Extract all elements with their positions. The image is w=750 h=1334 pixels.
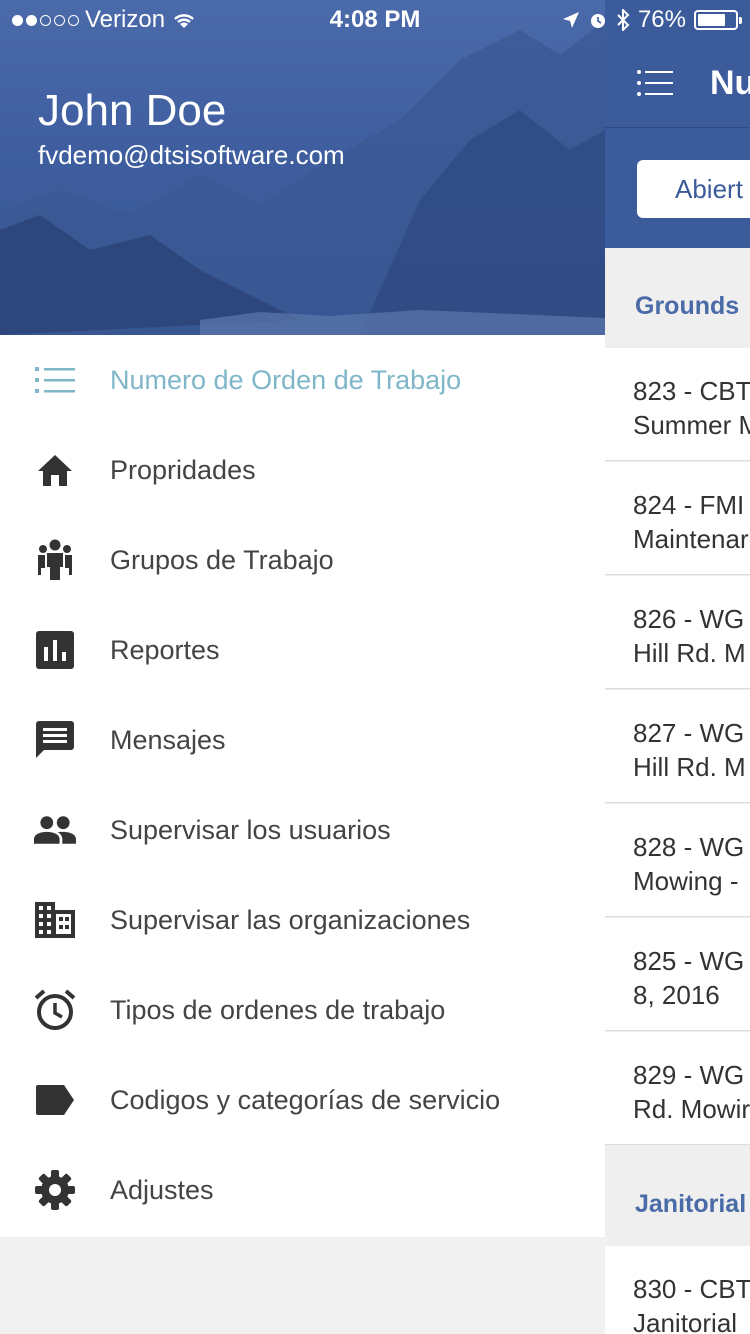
group-icon — [34, 539, 76, 581]
menu-item-reports[interactable]: Reportes — [0, 605, 605, 695]
status-right: 76% — [562, 6, 742, 34]
work-order-title: 823 - CBT — [633, 376, 750, 406]
menu-item-label: Mensajes — [110, 724, 226, 755]
menu-item-label: Codigos y categorías de servicio — [110, 1084, 501, 1115]
menu-item-label: Propridades — [110, 454, 256, 485]
work-order-subtitle: Hill Rd. M — [633, 638, 746, 668]
menu-item-settings[interactable]: Adjustes — [0, 1145, 605, 1235]
section-header: Grounds — [605, 248, 750, 348]
work-orders-screen: Nu Abiert Grounds 823 - CBT Summer M 824… — [605, 0, 750, 1334]
menu-item-supervise-users[interactable]: Supervisar los usuarios — [0, 785, 605, 875]
drawer-header: John Doe fvdemo@dtsisoftware.com — [0, 0, 605, 335]
work-order-subtitle: Maintenar — [633, 524, 749, 554]
work-order-item[interactable]: 830 - CBT Janitorial — [605, 1246, 750, 1334]
drawer-menu: Numero de Orden de Trabajo Propridades G… — [0, 335, 605, 1237]
menu-item-messages[interactable]: Mensajes — [0, 695, 605, 785]
battery-percent: 76% — [637, 6, 686, 33]
menu-item-label: Tipos de ordenes de trabajo — [110, 994, 446, 1025]
menu-item-label: Reportes — [110, 634, 220, 665]
work-order-item[interactable]: 824 - FMI Maintenar — [605, 462, 750, 575]
header-divider — [605, 127, 750, 128]
menu-item-properties[interactable]: Propridades — [0, 425, 605, 515]
work-order-item[interactable]: 825 - WG 8, 2016 — [605, 918, 750, 1031]
work-order-subtitle: Hill Rd. M — [633, 752, 746, 782]
work-order-title: 827 - WG — [633, 718, 745, 748]
work-order-subtitle: Janitorial — [633, 1308, 738, 1334]
navigation-drawer: John Doe fvdemo@dtsisoftware.com Numero … — [0, 0, 605, 1334]
menu-item-work-order-types[interactable]: Tipos de ordenes de trabajo — [0, 965, 605, 1055]
section-title: Janitorial — [635, 1190, 747, 1218]
list-icon — [34, 359, 76, 401]
section-title: Grounds — [635, 292, 740, 320]
page-title: Nu — [710, 64, 750, 102]
gear-icon — [34, 1169, 76, 1211]
menu-item-label: Adjustes — [110, 1174, 214, 1205]
status-filter-button[interactable]: Abiert — [637, 160, 750, 218]
home-icon — [34, 449, 76, 491]
location-arrow-icon — [562, 11, 580, 29]
menu-item-label: Grupos de Trabajo — [110, 544, 334, 575]
work-order-item[interactable]: 826 - WG Hill Rd. M — [605, 576, 750, 689]
work-order-title: 828 - WG — [633, 832, 745, 862]
menu-icon[interactable] — [637, 70, 673, 96]
section-header: Janitorial — [605, 1146, 750, 1246]
message-icon — [34, 719, 76, 761]
menu-item-label: Supervisar las organizaciones — [110, 904, 471, 935]
bluetooth-icon — [616, 9, 630, 31]
menu-item-work-groups[interactable]: Grupos de Trabajo — [0, 515, 605, 605]
work-order-title: 826 - WG — [633, 604, 745, 634]
work-order-title: 829 - WG — [633, 1060, 745, 1090]
status-bar: Verizon 4:08 PM 76% — [0, 0, 750, 40]
battery-icon — [694, 10, 742, 30]
work-order-title: 830 - CBT — [633, 1274, 750, 1304]
alarm-clock-icon — [34, 989, 76, 1031]
user-name: John Doe — [38, 86, 227, 135]
alarm-icon — [588, 10, 608, 30]
people-icon — [34, 809, 76, 851]
menu-item-work-order-numbers[interactable]: Numero de Orden de Trabajo — [0, 335, 605, 425]
work-order-subtitle: 8, 2016 — [633, 980, 720, 1010]
label-tag-icon — [34, 1079, 76, 1121]
bar-chart-icon — [34, 629, 76, 671]
work-order-subtitle: Mowing - — [633, 866, 739, 896]
work-order-item[interactable]: 829 - WG Rd. Mowir — [605, 1032, 750, 1145]
menu-item-service-codes-categories[interactable]: Codigos y categorías de servicio — [0, 1055, 605, 1145]
building-icon — [34, 899, 76, 941]
menu-item-label: Numero de Orden de Trabajo — [110, 364, 462, 395]
work-order-subtitle: Summer M — [633, 410, 750, 440]
work-order-item[interactable]: 823 - CBT Summer M — [605, 348, 750, 461]
user-email: fvdemo@dtsisoftware.com — [38, 140, 345, 170]
work-order-item[interactable]: 827 - WG Hill Rd. M — [605, 690, 750, 803]
menu-item-label: Supervisar los usuarios — [110, 814, 391, 845]
work-order-title: 824 - FMI — [633, 490, 745, 520]
work-order-subtitle: Rd. Mowir — [633, 1094, 750, 1124]
work-order-item[interactable]: 828 - WG Mowing - — [605, 804, 750, 917]
menu-item-supervise-organizations[interactable]: Supervisar las organizaciones — [0, 875, 605, 965]
work-order-title: 825 - WG — [633, 946, 745, 976]
battery-fill — [698, 14, 726, 26]
